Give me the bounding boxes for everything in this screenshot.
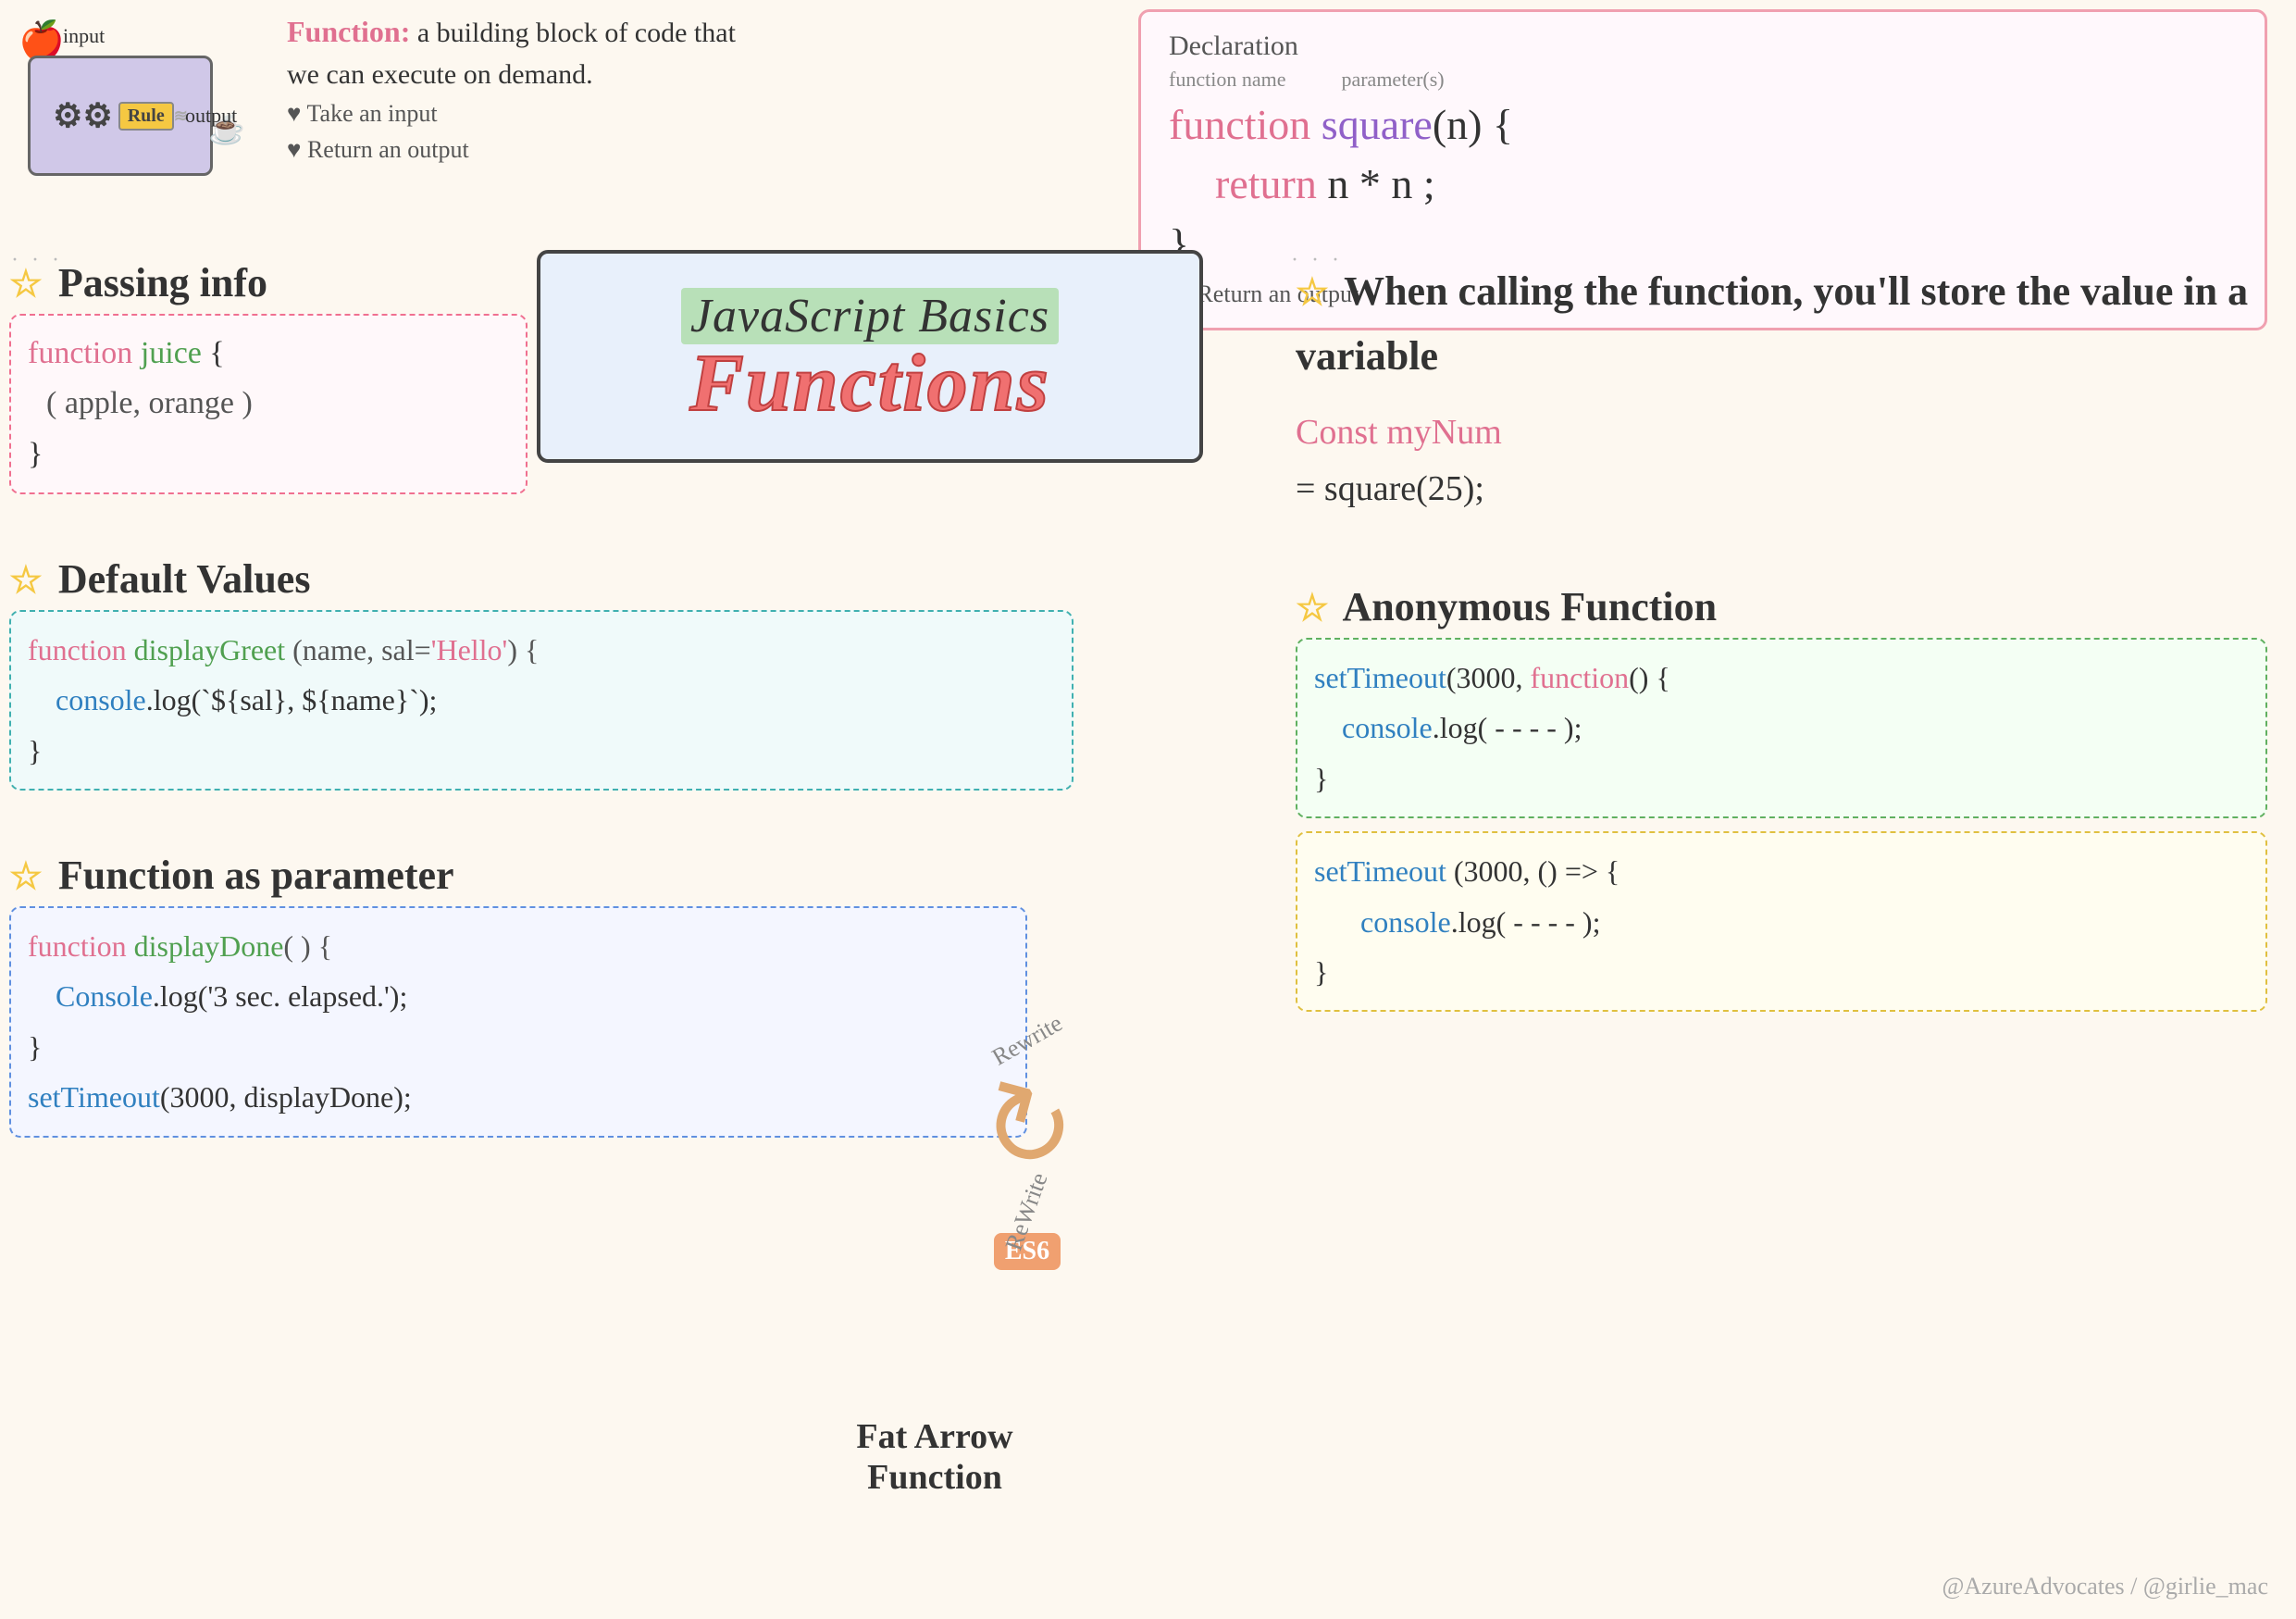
passing-code-line2: ( apple, orange ) — [28, 379, 509, 429]
default-code-line3: } — [28, 726, 1055, 776]
when-calling-code: Const myNum = square(25); — [1296, 405, 2267, 517]
watermark: @AzureAdvocates / @girlie_mac — [1942, 1573, 2268, 1600]
gears-icon: ⚙⚙ — [53, 96, 113, 135]
when-calling-code2: = square(25); — [1296, 461, 2267, 517]
when-calling-section: ☆ When calling the function, you'll stor… — [1296, 259, 2267, 517]
func-def-title-line: Function: a building block of code that … — [287, 9, 768, 95]
when-calling-code1: Const myNum — [1296, 405, 2267, 461]
default-values-title: ☆ Default Values — [9, 555, 1074, 603]
default-values-star: ☆ — [9, 559, 43, 601]
default-values-code: function displayGreet (name, sal='Hello'… — [9, 610, 1074, 791]
func-param-line1: function displayDone( ) { — [28, 921, 1009, 971]
anon-func-title: ☆ Anonymous Function — [1296, 583, 2267, 630]
decl-annotations: function name parameter(s) — [1169, 68, 2237, 92]
anon-green-line3: } — [1314, 753, 2249, 803]
anon-green-line2: console.log( - - - - ); — [1314, 703, 2249, 753]
decl-annotation-funcname: function name — [1169, 68, 1285, 92]
title-script-text: JavaScript Basics — [681, 288, 1059, 344]
func-param-star: ☆ — [9, 855, 43, 897]
title-script: JavaScript Basics — [681, 289, 1059, 343]
fat-arrow-label: Fat Arrow Function — [805, 1416, 1064, 1498]
decl-code-line1: function square(n) { — [1169, 95, 2237, 155]
dots-decor-2: · · · — [1291, 248, 1343, 273]
rewrite-area: Rewrite ↻ ReWrite ES6 — [833, 972, 1222, 1324]
func-param-title: ☆ Function as parameter — [9, 852, 1027, 899]
input-label: input — [63, 24, 105, 48]
rule-label: Rule — [118, 102, 174, 131]
title-functions: Functions — [689, 343, 1050, 425]
when-calling-title: ☆ When calling the function, you'll stor… — [1296, 259, 2267, 390]
anon-func-star: ☆ — [1296, 587, 1329, 629]
title-box: JavaScript Basics Functions — [537, 250, 1203, 463]
output-label: output — [185, 104, 237, 128]
anon-yellow-line3: } — [1314, 947, 2249, 997]
anon-green-line1: setTimeout(3000, function() { — [1314, 653, 2249, 703]
anon-func-code-yellow: setTimeout (3000, () => { console.log( -… — [1296, 831, 2267, 1012]
when-calling-star: ☆ — [1296, 271, 1329, 313]
func-def-title: Function: — [287, 15, 410, 48]
anon-func-section: ☆ Anonymous Function setTimeout(3000, fu… — [1296, 583, 2267, 1012]
function-definition: Function: a building block of code that … — [287, 9, 768, 168]
func-def-bullet1: ♥ Take an input — [287, 95, 768, 131]
anon-func-code-green: setTimeout(3000, function() { console.lo… — [1296, 638, 2267, 818]
anon-yellow-line1: setTimeout (3000, () => { — [1314, 846, 2249, 896]
passing-code-line1: function juice { — [28, 329, 509, 379]
decl-annotation-params: parameter(s) — [1341, 68, 1444, 92]
default-values-section: ☆ Default Values function displayGreet (… — [9, 555, 1074, 791]
passing-info-title: ☆ Passing info — [9, 259, 527, 306]
passing-info-section: ☆ Passing info function juice { ( apple,… — [9, 259, 527, 494]
decl-code-line2: return n * n ; — [1169, 155, 2237, 214]
default-code-line2: console.log(`${sal}, ${name}`); — [28, 675, 1055, 725]
function-machine: 🍎 input ⚙⚙ Rule ≋ ☕ output — [9, 19, 250, 222]
anon-yellow-line2: console.log( - - - - ); — [1314, 897, 2249, 947]
default-code-line1: function displayGreet (name, sal='Hello'… — [28, 625, 1055, 675]
dots-decor-1: · · · — [11, 248, 63, 273]
func-def-bullet2: ♥ Return an output — [287, 131, 768, 168]
passing-code-line3: } — [28, 430, 509, 479]
passing-info-code: function juice { ( apple, orange ) } — [9, 314, 527, 494]
decl-title: Declaration — [1169, 31, 2237, 62]
